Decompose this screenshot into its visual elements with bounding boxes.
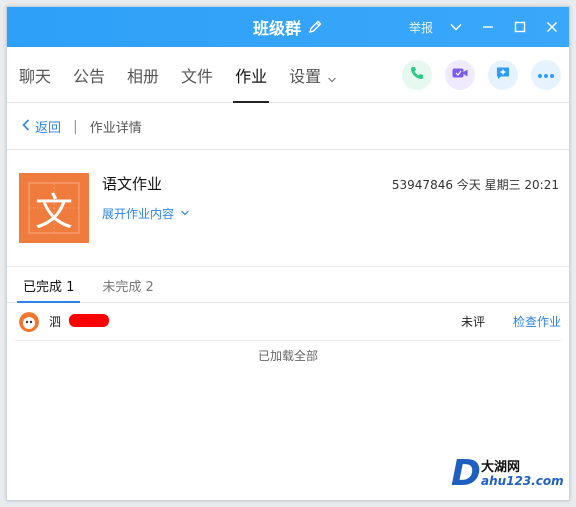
student-name: 泗: [49, 313, 109, 330]
tab-bar: 聊天 公告 相册 文件 作业 设置: [7, 47, 569, 103]
video-call-button[interactable]: [445, 60, 475, 90]
homework-title: 语文作业: [102, 175, 163, 193]
tab-chat[interactable]: 聊天: [19, 47, 51, 103]
tab-label: 文件: [181, 67, 214, 86]
tab-files[interactable]: 文件: [181, 47, 213, 103]
plus-square-icon: [495, 65, 511, 85]
tab-label: 公告: [73, 67, 106, 86]
watermark-top-text: 大湖网: [481, 460, 521, 475]
avatar: [19, 311, 39, 332]
tab-label: 相册: [127, 67, 160, 86]
report-link[interactable]: 举报: [409, 19, 433, 36]
breadcrumb-separator: |: [73, 118, 78, 135]
more-button[interactable]: [531, 60, 561, 90]
breadcrumb: 返回 | 作业详情: [7, 104, 569, 150]
chevron-left-icon: [21, 118, 31, 136]
expand-label: 展开作业内容: [102, 207, 175, 221]
student-name-text: 泗: [49, 315, 62, 329]
window-title: 班级群: [252, 19, 301, 38]
add-content-button[interactable]: [488, 60, 518, 90]
tab-incomplete[interactable]: 未完成 2: [96, 268, 159, 303]
maximize-icon[interactable]: [511, 18, 529, 36]
breadcrumb-current: 作业详情: [89, 121, 142, 136]
tab-settings[interactable]: 设置: [289, 47, 337, 103]
all-loaded-text: 已加载全部: [257, 349, 318, 363]
check-homework-link[interactable]: 检查作业: [513, 313, 561, 330]
homework-meta: 53947846 今天 星期三 20:21: [391, 178, 559, 192]
tab-label: 设置: [289, 67, 322, 86]
chevron-down-icon: [327, 70, 337, 83]
tab-album[interactable]: 相册: [127, 47, 159, 103]
tab-list: 聊天 公告 相册 文件 作业 设置: [19, 47, 359, 103]
chevron-down-icon: [180, 207, 190, 221]
tab-label: 作业: [235, 67, 268, 86]
status-tabs: 已完成 1 未完成 2: [7, 268, 569, 303]
tab-announcement[interactable]: 公告: [73, 47, 105, 103]
submission-row: 泗 未评 检查作业: [15, 303, 561, 341]
close-icon[interactable]: [543, 18, 561, 36]
window-controls: 举报: [409, 7, 561, 47]
subject-character: 文: [34, 189, 73, 234]
chevron-down-icon[interactable]: [447, 18, 465, 36]
tab-label: 聊天: [19, 67, 52, 86]
watermark-bottom-text: ahu123.com: [481, 474, 564, 488]
back-button[interactable]: 返回: [21, 117, 61, 136]
edit-icon[interactable]: [307, 19, 323, 35]
watermark-letter: D: [451, 453, 481, 494]
redaction-mark: [69, 314, 109, 327]
back-label: 返回: [35, 121, 62, 136]
title-bar: 班级群 举报: [7, 7, 569, 47]
more-icon: [537, 68, 555, 83]
expand-homework-button[interactable]: 展开作业内容: [102, 205, 190, 222]
minimize-icon[interactable]: [479, 18, 497, 36]
tab-completed[interactable]: 已完成 1: [17, 268, 81, 303]
homework-subject-icon: 文: [19, 173, 89, 243]
group-window: 班级群 举报 聊天 公告 相册 文件 作业 设置 返回 | 作业详情 文 语文作…: [6, 6, 570, 501]
video-icon: [451, 65, 469, 85]
action-buttons: [402, 47, 561, 103]
tab-homework[interactable]: 作业: [233, 47, 270, 103]
watermark-logo: D 大湖网 ahu123.com: [451, 453, 564, 494]
phone-icon: [409, 65, 425, 85]
homework-header: 文 语文作业 展开作业内容 53947846 今天 星期三 20:21: [7, 151, 569, 267]
phone-call-button[interactable]: [402, 60, 432, 90]
grade-status: 未评: [460, 315, 485, 329]
